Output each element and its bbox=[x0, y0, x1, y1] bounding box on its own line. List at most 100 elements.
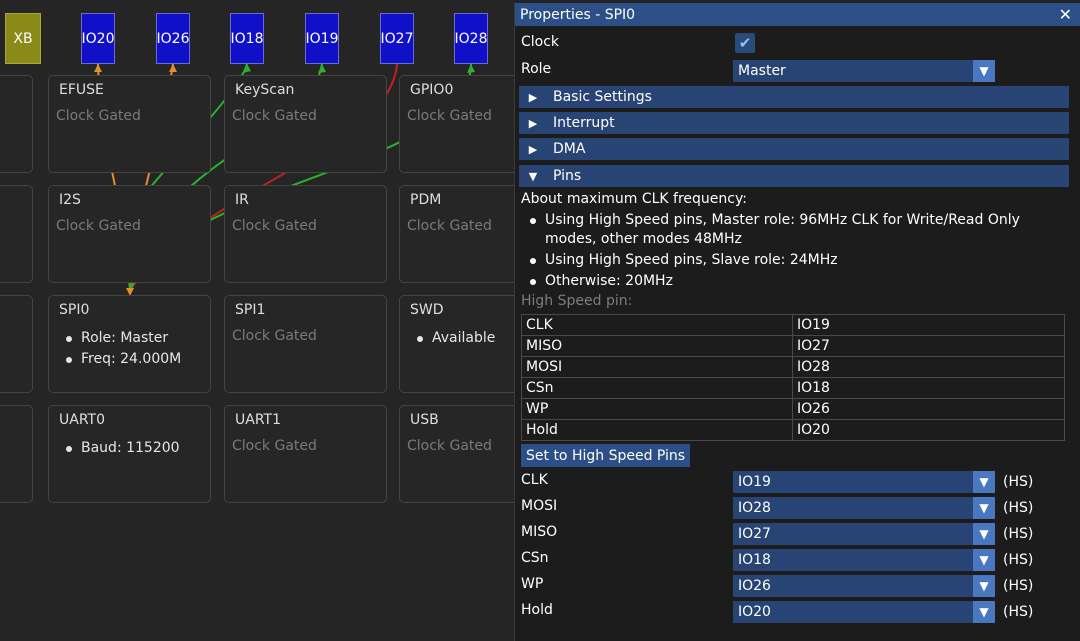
pin-select-miso[interactable]: IO27 ▼ bbox=[733, 523, 995, 545]
panel-titlebar[interactable]: Properties - SPI0 ✕ bbox=[515, 3, 1080, 26]
card-title: UART0 bbox=[59, 412, 105, 428]
pin-label-hold: Hold bbox=[521, 602, 553, 618]
pin-io18[interactable]: IO18 bbox=[230, 13, 264, 64]
arrow-io18 bbox=[243, 64, 251, 73]
clock-checkbox[interactable]: ✔ bbox=[735, 33, 755, 53]
card-pdm[interactable]: PDM Clock Gated bbox=[399, 185, 515, 283]
list-item: Baud: 115200 bbox=[59, 438, 210, 459]
card-status: Clock Gated bbox=[232, 108, 317, 124]
card-title: UART1 bbox=[235, 412, 281, 428]
pin-label-wp: WP bbox=[521, 576, 544, 592]
list-item: Role: Master bbox=[59, 328, 210, 349]
card-uart0[interactable]: UART0 Baud: 115200 bbox=[48, 405, 211, 503]
pin-select-clk[interactable]: IO19 ▼ bbox=[733, 471, 995, 493]
table-cell: IO19 bbox=[792, 314, 1065, 336]
pin-select-wp[interactable]: IO26 ▼ bbox=[733, 575, 995, 597]
card-partial-2[interactable] bbox=[0, 185, 33, 283]
card-title: IR bbox=[235, 192, 249, 208]
table-row: CLK IO19 bbox=[521, 314, 1065, 336]
high-speed-pin-table: CLK IO19 MISO IO27 MOSI IO28 CSn IO18 WP IO26… bbox=[521, 314, 1065, 441]
list-item: Available bbox=[410, 328, 515, 349]
pin-select-value: IO28 bbox=[738, 500, 771, 516]
section-label: Interrupt bbox=[553, 115, 615, 131]
card-info-list: Role: Master Freq: 24.000M bbox=[59, 328, 210, 370]
peripheral-canvas[interactable]: IO1IO2IO16IO12IO15IO35IO8IO9IO10 XB IO20… bbox=[0, 0, 515, 641]
hs-tag: (HS) bbox=[1003, 526, 1034, 542]
section-dma[interactable]: ▶ DMA bbox=[519, 138, 1069, 160]
arrow-io20 bbox=[94, 64, 102, 72]
table-cell: IO18 bbox=[792, 377, 1065, 399]
table-cell: WP bbox=[521, 398, 793, 420]
table-cell: IO26 bbox=[792, 398, 1065, 420]
checkmark-icon: ✔ bbox=[738, 34, 752, 52]
card-partial-4[interactable] bbox=[0, 405, 33, 503]
high-speed-pin-label: High Speed pin: bbox=[521, 293, 633, 309]
card-title: SWD bbox=[410, 302, 444, 318]
card-partial-1[interactable] bbox=[0, 75, 33, 173]
pin-select-csn[interactable]: IO18 ▼ bbox=[733, 549, 995, 571]
role-select[interactable]: Master ▼ bbox=[733, 60, 995, 82]
card-partial-3[interactable] bbox=[0, 295, 33, 393]
card-usb[interactable]: USB Clock Gated bbox=[399, 405, 515, 503]
pin-select-hold[interactable]: IO20 ▼ bbox=[733, 601, 995, 623]
card-title: I2S bbox=[59, 192, 81, 208]
card-ir[interactable]: IR Clock Gated bbox=[224, 185, 387, 283]
section-pins[interactable]: ▼ Pins bbox=[519, 165, 1069, 187]
dropdown-arrow-icon: ▼ bbox=[973, 523, 995, 545]
dropdown-arrow-icon: ▼ bbox=[973, 60, 995, 82]
triangle-down-icon: ▼ bbox=[528, 169, 538, 183]
about-title: About maximum CLK frequency: bbox=[521, 191, 747, 207]
set-high-speed-pins-button[interactable]: Set to High Speed Pins bbox=[521, 444, 691, 467]
card-status: Clock Gated bbox=[407, 108, 492, 124]
card-uart1[interactable]: UART1 Clock Gated bbox=[224, 405, 387, 503]
dropdown-arrow-icon: ▼ bbox=[973, 575, 995, 597]
list-item: Using High Speed pins, Slave role: 24MHz bbox=[521, 251, 1071, 270]
dropdown-arrow-icon: ▼ bbox=[973, 549, 995, 571]
pin-label-csn: CSn bbox=[521, 550, 549, 566]
card-i2s[interactable]: I2S Clock Gated bbox=[48, 185, 211, 283]
pin-io26[interactable]: IO26 bbox=[156, 13, 190, 64]
pin-xb[interactable]: XB bbox=[5, 13, 41, 64]
card-spi1[interactable]: SPI1 Clock Gated bbox=[224, 295, 387, 393]
panel-title: Properties - SPI0 bbox=[520, 6, 636, 23]
close-icon[interactable]: ✕ bbox=[1059, 5, 1072, 24]
card-title: KeyScan bbox=[235, 82, 295, 98]
table-row: WP IO26 bbox=[521, 398, 1065, 420]
clock-label: Clock bbox=[521, 34, 560, 50]
table-cell: Hold bbox=[521, 419, 793, 441]
hs-tag: (HS) bbox=[1003, 578, 1034, 594]
card-status: Clock Gated bbox=[56, 108, 141, 124]
pin-io28[interactable]: IO28 bbox=[454, 13, 488, 64]
card-info-list: Available bbox=[410, 328, 515, 349]
card-status: Clock Gated bbox=[407, 218, 492, 234]
card-status: Clock Gated bbox=[232, 438, 317, 454]
table-cell: MISO bbox=[521, 335, 793, 357]
card-keyscan[interactable]: KeyScan Clock Gated bbox=[224, 75, 387, 173]
card-swd[interactable]: SWD Available bbox=[399, 295, 515, 393]
card-spi0[interactable]: SPI0 Role: Master Freq: 24.000M bbox=[48, 295, 211, 393]
pin-io19[interactable]: IO19 bbox=[305, 13, 339, 64]
table-row: MOSI IO28 bbox=[521, 356, 1065, 378]
card-gpio0[interactable]: GPIO0 Clock Gated bbox=[399, 75, 515, 173]
section-basic-settings[interactable]: ▶ Basic Settings bbox=[519, 86, 1069, 108]
card-info-list: Baud: 115200 bbox=[59, 438, 210, 459]
clk-frequency-note: About maximum CLK frequency: Using High … bbox=[521, 191, 1071, 293]
card-efuse[interactable]: EFUSE Clock Gated bbox=[48, 75, 211, 173]
section-interrupt[interactable]: ▶ Interrupt bbox=[519, 112, 1069, 134]
triangle-right-icon: ▶ bbox=[528, 90, 538, 104]
pin-io27[interactable]: IO27 bbox=[380, 13, 414, 64]
pin-label-clk: CLK bbox=[521, 472, 548, 488]
card-status: Clock Gated bbox=[407, 438, 492, 454]
list-item: Using High Speed pins, Master role: 96MH… bbox=[521, 211, 1071, 249]
table-cell: CSn bbox=[521, 377, 793, 399]
dropdown-arrow-icon: ▼ bbox=[973, 497, 995, 519]
role-select-value: Master bbox=[738, 63, 786, 79]
arrow-io26 bbox=[169, 64, 177, 72]
pin-select-value: IO20 bbox=[738, 604, 771, 620]
role-label: Role bbox=[521, 61, 552, 77]
hs-tag: (HS) bbox=[1003, 552, 1034, 568]
hs-tag: (HS) bbox=[1003, 604, 1034, 620]
pin-select-mosi[interactable]: IO28 ▼ bbox=[733, 497, 995, 519]
pin-io20[interactable]: IO20 bbox=[81, 13, 115, 64]
pin-select-value: IO26 bbox=[738, 578, 771, 594]
